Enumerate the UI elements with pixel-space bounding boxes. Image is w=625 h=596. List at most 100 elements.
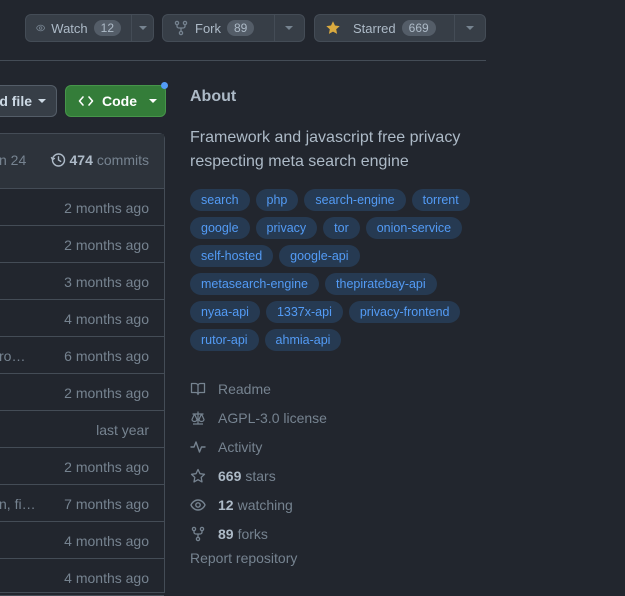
readme-label: Readme bbox=[218, 380, 271, 397]
file-row[interactable]: 3 months ago bbox=[0, 263, 164, 300]
repo-description: Framework and javascript free privacy re… bbox=[190, 129, 461, 170]
book-icon bbox=[190, 382, 206, 395]
repo-header: Watch 12 Fork 89 Starred 669 bbox=[0, 0, 486, 61]
fork-button[interactable]: Fork 89 bbox=[163, 15, 274, 41]
commit-time: 4 months ago bbox=[64, 570, 149, 586]
star-button-group: Starred 669 bbox=[314, 14, 486, 42]
repo-meta: Readme AGPL-3.0 license Activity 669 sta… bbox=[190, 374, 327, 567]
commit-time: 4 months ago bbox=[64, 533, 149, 549]
forks-link[interactable]: 89 forks bbox=[190, 519, 327, 548]
topic-tag[interactable]: thepiratebay-api bbox=[325, 273, 437, 295]
topic-tag[interactable]: torrent bbox=[411, 189, 470, 211]
commits-label: commits bbox=[96, 152, 149, 168]
commit-time: 2 months ago bbox=[64, 237, 149, 253]
forks-label: forks bbox=[237, 525, 268, 542]
notification-dot bbox=[161, 82, 168, 89]
commits-link[interactable]: 474 commits bbox=[50, 152, 149, 168]
starred-button[interactable]: Starred 669 bbox=[315, 15, 454, 41]
commit-time: 3 months ago bbox=[64, 274, 149, 290]
pulse-icon bbox=[190, 440, 206, 453]
topic-tag[interactable]: metasearch-engine bbox=[190, 273, 320, 295]
file-row[interactable]: 2 months ago bbox=[0, 448, 164, 485]
fork-icon bbox=[174, 20, 188, 36]
activity-label: Activity bbox=[218, 438, 263, 455]
stars-label: stars bbox=[245, 467, 276, 484]
chevron-down-icon bbox=[466, 26, 475, 30]
watch-button[interactable]: Watch 12 bbox=[26, 15, 131, 41]
commit-time: 4 months ago bbox=[64, 311, 149, 327]
topic-tag[interactable]: search bbox=[190, 189, 250, 211]
watch-button-group: Watch 12 bbox=[25, 14, 154, 42]
topic-tag[interactable]: onion-service bbox=[365, 217, 463, 239]
commit-message[interactable]: ro… bbox=[0, 348, 25, 364]
file-list: n 24 474 commits 2 months ago 2 months a… bbox=[0, 133, 165, 596]
latest-commit-bar: n 24 474 commits bbox=[0, 134, 164, 189]
fork-icon bbox=[191, 526, 205, 541]
code-button[interactable]: Code bbox=[65, 85, 166, 117]
history-icon bbox=[50, 153, 65, 167]
chevron-down-icon bbox=[285, 26, 294, 30]
watching-count: 12 bbox=[218, 496, 234, 513]
topic-tag[interactable]: 1337x-api bbox=[265, 301, 343, 323]
license-label: AGPL-3.0 license bbox=[218, 409, 327, 426]
add-file-button[interactable]: d file bbox=[0, 85, 57, 117]
watching-label: watching bbox=[237, 496, 293, 513]
chevron-down-icon bbox=[138, 26, 147, 30]
file-row[interactable]: 2 months ago bbox=[0, 189, 164, 226]
topic-tag[interactable]: ahmia-api bbox=[264, 329, 342, 351]
commit-time: 7 months ago bbox=[64, 496, 149, 512]
starred-label: Starred bbox=[353, 20, 396, 36]
commit-time: last year bbox=[96, 422, 149, 438]
topic-tag[interactable]: search-engine bbox=[304, 189, 406, 211]
topic-tag[interactable]: rutor-api bbox=[190, 329, 259, 351]
license-link[interactable]: AGPL-3.0 license bbox=[190, 403, 327, 432]
star-dropdown[interactable] bbox=[454, 15, 485, 41]
file-row[interactable]: 4 months ago bbox=[0, 522, 164, 559]
report-repository-link[interactable]: Report repository bbox=[190, 550, 327, 566]
file-row[interactable]: 2 months ago bbox=[0, 226, 164, 263]
eye-icon bbox=[190, 498, 206, 511]
commit-message[interactable]: n, fi… bbox=[0, 496, 36, 512]
code-label: Code bbox=[102, 93, 137, 109]
topic-tag[interactable]: privacy-frontend bbox=[348, 301, 461, 323]
readme-link[interactable]: Readme bbox=[190, 374, 327, 403]
commit-time: 2 months ago bbox=[64, 200, 149, 216]
forks-count: 89 bbox=[218, 525, 234, 542]
file-row[interactable]: 2 months ago bbox=[0, 374, 164, 411]
topic-tag[interactable]: nyaa-api bbox=[190, 301, 260, 323]
chevron-down-icon bbox=[38, 99, 46, 103]
chevron-down-icon bbox=[149, 99, 157, 103]
code-icon bbox=[78, 96, 94, 106]
file-row[interactable]: last year bbox=[0, 411, 164, 448]
watching-link[interactable]: 12 watching bbox=[190, 490, 327, 519]
topics-list: search php search-engine torrent google … bbox=[190, 189, 490, 351]
watch-dropdown[interactable] bbox=[131, 15, 153, 41]
topic-tag[interactable]: tor bbox=[323, 217, 360, 239]
topic-tag[interactable]: google-api bbox=[279, 245, 360, 267]
stars-count: 669 bbox=[218, 467, 242, 484]
topic-tag[interactable]: self-hosted bbox=[190, 245, 274, 267]
commits-count: 474 bbox=[69, 152, 93, 168]
add-file-label: d file bbox=[0, 93, 32, 109]
fork-count: 89 bbox=[227, 20, 255, 36]
star-filled-icon bbox=[326, 21, 340, 34]
topic-tag[interactable]: privacy bbox=[255, 217, 318, 239]
star-icon bbox=[190, 468, 206, 483]
file-row[interactable]: n, fi… 7 months ago bbox=[0, 485, 164, 522]
file-row[interactable]: 4 months ago bbox=[0, 559, 164, 596]
watch-label: Watch bbox=[51, 20, 88, 36]
file-row[interactable]: ro… 6 months ago bbox=[0, 337, 164, 374]
law-icon bbox=[191, 411, 205, 425]
commit-time: 6 months ago bbox=[64, 348, 149, 364]
file-row[interactable]: 4 months ago bbox=[0, 300, 164, 337]
fork-label: Fork bbox=[195, 20, 221, 36]
latest-commit-fragment: n 24 bbox=[0, 152, 27, 168]
topic-tag[interactable]: php bbox=[255, 189, 299, 211]
topic-tag[interactable]: google bbox=[190, 217, 250, 239]
about-heading: About bbox=[190, 88, 237, 105]
commit-time: 2 months ago bbox=[64, 385, 149, 401]
activity-link[interactable]: Activity bbox=[190, 432, 327, 461]
commit-time: 2 months ago bbox=[64, 459, 149, 475]
fork-dropdown[interactable] bbox=[273, 15, 304, 41]
stars-link[interactable]: 669 stars bbox=[190, 461, 327, 490]
